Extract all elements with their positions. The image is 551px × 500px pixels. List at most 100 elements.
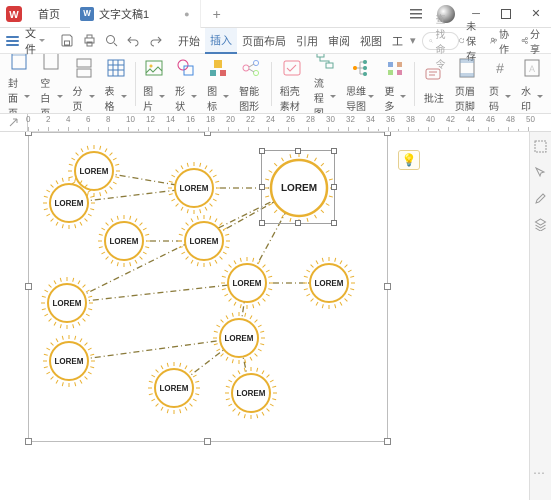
redo-icon[interactable] [147,33,163,49]
node-label: LOREM [315,279,344,288]
app-logo[interactable]: W [0,0,28,28]
diagram-node[interactable]: LOREM [178,215,230,267]
node-label: LOREM [281,183,317,194]
side-tool-layers[interactable] [533,216,549,232]
diagram-node[interactable]: LOREM [264,153,334,223]
ribbon-item[interactable]: 图标 [203,55,233,113]
node-label: LOREM [55,199,84,208]
ribbon-tab[interactable]: 插入 [205,28,237,54]
smart-art-diagram[interactable]: LOREMLOREMLOREMLOREMLOREMLOREMLOREMLOREM… [29,133,389,443]
diagram-node[interactable]: LOREM [213,312,265,364]
ribbon-item[interactable]: 分页 [69,55,99,113]
ribbon-item-icon [143,55,165,81]
ribbon-tab[interactable]: 开始 [173,28,205,54]
ribbon-item[interactable]: 流程图 [310,54,340,114]
ribbon-item-icon [281,55,303,81]
node-label: LOREM [160,384,189,393]
ribbon-tab[interactable]: 审阅 [323,28,355,54]
side-tool-arrow[interactable] [533,164,549,180]
ribbon-item-label: 图片 [143,83,158,113]
ribbon-tabs: 开始插入页面布局引用审阅视图工 [173,28,408,54]
ruler-corner [0,114,28,132]
ribbon-tab[interactable]: 工 [387,28,408,54]
ribbon-item[interactable]: 空白页 [36,54,66,114]
ribbon-item[interactable]: 形状 [171,55,201,113]
diagram-node[interactable]: LOREM [43,335,95,387]
ribbon-tab[interactable]: 页面布局 [237,28,291,54]
ribbon-item-icon [40,54,62,73]
node-label: LOREM [80,167,109,176]
ribbon-item-label: 表格 [105,83,120,113]
node-label: LOREM [237,389,266,398]
save-icon[interactable] [59,33,75,49]
ribbon-item-label: 分页 [73,83,88,113]
node-label: LOREM [233,279,262,288]
menubar: 文件 开始插入页面布局引用审阅视图工 ▾ 查找命令 未保存 协作 分享 ⋯ [0,28,551,54]
diagram-node[interactable]: LOREM [43,177,95,229]
ribbon-item-label: 页眉页脚 [455,83,479,113]
connector-line[interactable] [69,338,239,361]
side-tool-select[interactable] [533,138,549,154]
ribbon-item-icon [207,55,229,81]
ribbon-tab[interactable]: 视图 [355,28,387,54]
diagram-node[interactable]: LOREM [148,362,200,414]
diagram-node[interactable]: LOREM [225,367,277,419]
ribbon-item-label: 封面页 [8,75,23,114]
node-label: LOREM [53,299,82,308]
ribbon-item[interactable]: 页眉页脚 [451,55,483,113]
diagram-node[interactable]: LOREM [41,277,93,329]
ribbon-item[interactable]: 表格 [101,55,131,113]
diagram-node[interactable]: LOREM [303,257,355,309]
svg-text:#: # [496,60,504,76]
ribbon-item-icon [384,55,406,81]
print-icon[interactable] [81,33,97,49]
diagram-node[interactable]: LOREM [168,162,220,214]
tab-document[interactable]: W 文字文稿1 ● [70,0,201,28]
ribbon-item-label: 水印 [521,83,536,113]
new-tab-button[interactable]: + [213,6,221,22]
selection-frame: ⟲ LOREMLOREMLOREMLOREMLOREMLOREMLOREMLOR… [28,132,388,442]
command-search-input[interactable]: 查找命令 [422,32,459,50]
svg-text:W: W [9,10,19,21]
preview-icon[interactable] [103,33,119,49]
ribbon-item-icon [105,55,127,81]
ribbon-item[interactable]: 批注 [419,62,449,105]
ribbon-item-label: 稻壳素材 [280,83,304,113]
tabs-overflow-icon[interactable]: ▾ [410,34,416,47]
ribbon-item-label: 更多 [384,83,399,113]
node-label: LOREM [55,357,84,366]
smart-tag-button[interactable]: 💡 [398,150,420,170]
ribbon-item-icon [349,55,371,81]
menu-button[interactable] [401,0,431,28]
ribbon-item[interactable]: 思维导图 [342,55,378,113]
undo-icon[interactable] [125,33,141,49]
ribbon-item[interactable]: 图片 [139,55,169,113]
file-menu[interactable]: 文件 [19,25,51,57]
bottom-more-icon[interactable]: ⋯ [533,466,546,480]
tab-dirty-indicator: ● [184,9,189,19]
document-canvas[interactable]: ⟲ LOREMLOREMLOREMLOREMLOREMLOREMLOREMLOR… [0,132,529,500]
connector-line[interactable] [67,283,247,303]
ribbon: 封面页空白页分页表格图片形状图标智能图形稻壳素材流程图思维导图更多批注页眉页脚#… [0,54,551,114]
ribbon-item[interactable]: 稻壳素材 [276,55,308,113]
ribbon-item[interactable]: 封面页 [4,54,34,114]
ribbon-item-icon: # [489,55,511,81]
ribbon-item[interactable]: # 页码 [485,55,515,113]
ribbon-tab[interactable]: 引用 [291,28,323,54]
ribbon-item[interactable]: A水印 [517,55,547,113]
ribbon-item[interactable]: 智能图形 [235,55,267,113]
ribbon-item-icon [423,62,445,88]
ribbon-item-label: 页码 [489,83,504,113]
horizontal-ruler[interactable]: 0246810121416182022242628303234363840424… [0,114,551,132]
app-menu-icon[interactable] [6,36,19,46]
ribbon-item[interactable]: 更多 [380,55,410,113]
ribbon-item-icon [73,55,95,81]
ribbon-item-icon [8,54,30,73]
diagram-node[interactable]: LOREM [221,257,273,309]
side-tool-pen[interactable] [533,190,549,206]
tab-home[interactable]: 首页 [28,0,70,28]
ribbon-item-icon [240,55,262,81]
diagram-node[interactable]: LOREM [98,215,150,267]
side-panel [529,132,551,500]
ribbon-item-label: 空白页 [40,75,55,114]
